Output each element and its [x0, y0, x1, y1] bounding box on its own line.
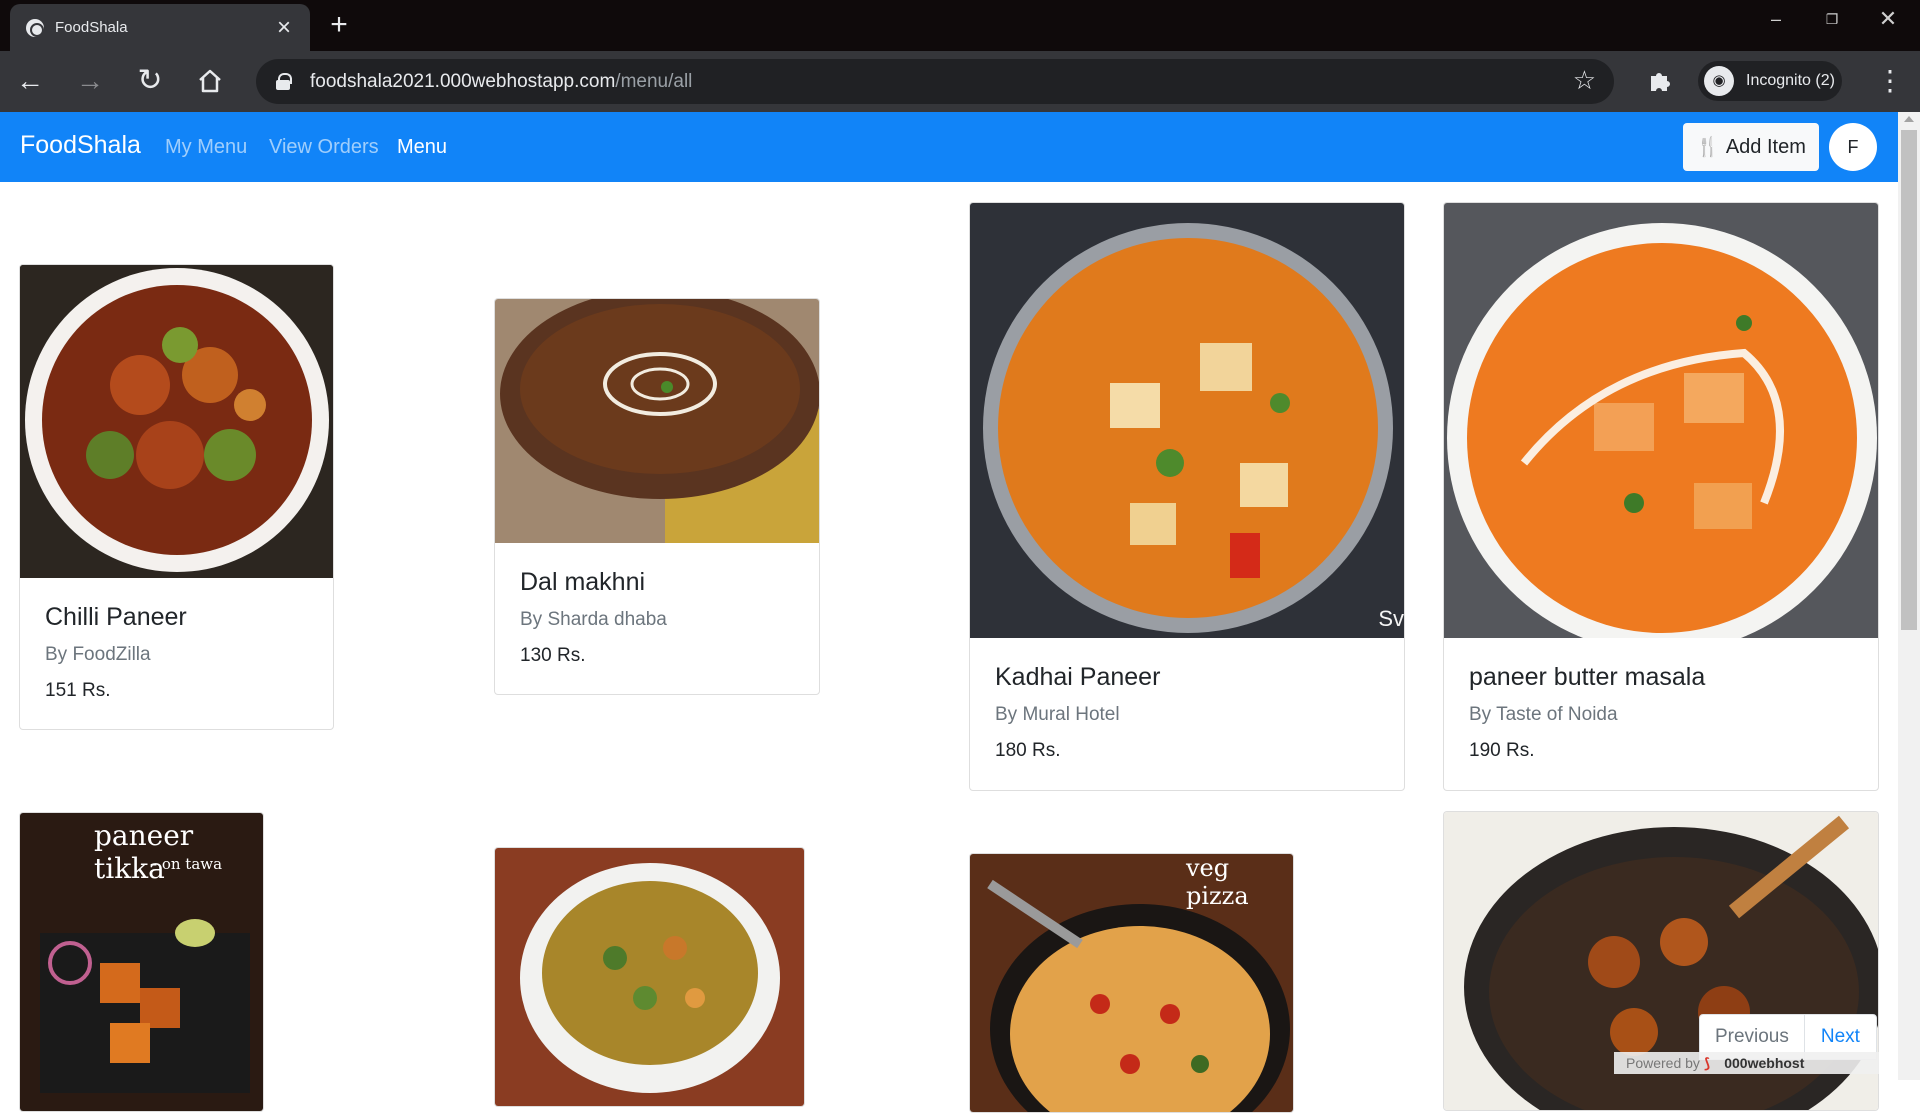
item-restaurant: By Mural Hotel: [995, 704, 1120, 725]
food-image: veg pizza: [970, 854, 1293, 1112]
incognito-profile-button[interactable]: ◉ Incognito (2): [1698, 61, 1842, 101]
url-path: /menu/all: [615, 70, 693, 92]
page-scrollbar[interactable]: [1898, 112, 1920, 1080]
add-item-label: Add Item: [1725, 135, 1806, 158]
food-image: [495, 848, 804, 1106]
globe-icon: [26, 18, 44, 37]
powered-by-label: Powered by: [1626, 1055, 1700, 1071]
food-image: [1444, 203, 1878, 638]
menu-card[interactable]: Chilli Paneer By FoodZilla 151 Rs.: [19, 264, 334, 730]
food-image: Sv: [970, 203, 1404, 638]
menu-card[interactable]: [494, 847, 805, 1107]
food-image: [20, 265, 333, 578]
bookmark-star-icon[interactable]: ☆: [1573, 65, 1596, 96]
nav-link-view-orders[interactable]: View Orders: [269, 136, 379, 159]
menu-card[interactable]: Sv Kadhai Paneer By Mural Hotel 180 Rs.: [969, 202, 1405, 791]
item-name: Chilli Paneer: [45, 603, 187, 631]
menu-card[interactable]: paneer tikka - on tawa: [19, 812, 264, 1112]
image-caption-title: paneer tikka: [94, 819, 194, 885]
item-price: 151 Rs.: [45, 680, 111, 701]
site-navbar: FoodShala My Menu View Orders Menu 🍴 Add…: [0, 112, 1898, 182]
url-host: foodshala2021.000webhostapp.com: [310, 70, 616, 92]
utensils-icon: 🍴: [1696, 137, 1720, 158]
add-item-button[interactable]: 🍴 Add Item: [1683, 123, 1819, 171]
browser-menu-icon[interactable]: ⋮: [1870, 61, 1910, 101]
tab-title: FoodShala: [55, 19, 128, 36]
menu-card[interactable]: Dal makhni By Sharda dhaba 130 Rs.: [494, 298, 820, 695]
browser-toolbar: ← → ↻ foodshala2021.000webhostapp.com/me…: [0, 51, 1920, 112]
item-restaurant: By FoodZilla: [45, 644, 151, 665]
home-icon: [199, 69, 221, 93]
host-logo-icon: ⟆: [1699, 1055, 1711, 1071]
menu-card[interactable]: veg pizza: [969, 853, 1294, 1113]
browser-tab[interactable]: FoodShala ×: [10, 4, 310, 51]
new-tab-button[interactable]: +: [322, 8, 356, 42]
user-avatar[interactable]: F: [1829, 123, 1877, 171]
image-watermark: Sv: [1378, 606, 1404, 631]
food-image: paneer tikka - on tawa: [20, 813, 263, 1111]
host-name: 000webhost: [1724, 1055, 1805, 1071]
site-brand[interactable]: FoodShala: [20, 131, 141, 160]
item-price: 180 Rs.: [995, 740, 1061, 761]
scrollbar-thumb[interactable]: [1901, 130, 1917, 630]
forward-button[interactable]: →: [70, 61, 110, 101]
image-caption-sub: - on tawa: [152, 855, 223, 873]
menu-card[interactable]: paneer butter masala By Taste of Noida 1…: [1443, 202, 1879, 791]
close-window-button[interactable]: ✕: [1865, 4, 1911, 34]
address-bar[interactable]: foodshala2021.000webhostapp.com/menu/all…: [256, 59, 1614, 104]
item-restaurant: By Taste of Noida: [1469, 704, 1618, 725]
item-name: Kadhai Paneer: [995, 663, 1161, 691]
incognito-icon: ◉: [1704, 66, 1734, 96]
food-image: [495, 299, 819, 543]
nav-link-menu[interactable]: Menu: [397, 136, 447, 159]
scroll-up-arrow-icon[interactable]: [1904, 116, 1914, 122]
browser-tabstrip: FoodShala × + – ❐ ✕: [0, 0, 1920, 51]
image-caption-title: veg pizza: [1186, 854, 1249, 910]
item-price: 130 Rs.: [520, 645, 586, 666]
lock-icon: [276, 73, 292, 90]
item-price: 190 Rs.: [1469, 740, 1535, 761]
close-tab-icon[interactable]: ×: [272, 15, 296, 40]
nav-link-my-menu[interactable]: My Menu: [165, 136, 247, 159]
minimize-button[interactable]: –: [1753, 4, 1799, 34]
restore-button[interactable]: ❐: [1809, 4, 1855, 34]
reload-button[interactable]: ↻: [130, 61, 170, 101]
item-name: paneer butter masala: [1469, 663, 1706, 691]
back-button[interactable]: ←: [10, 61, 50, 101]
item-name: Dal makhni: [520, 568, 646, 596]
incognito-label: Incognito (2): [1746, 72, 1835, 89]
item-restaurant: By Sharda dhaba: [520, 609, 667, 630]
home-button[interactable]: [190, 61, 230, 101]
hosting-badge[interactable]: Powered by ⟆ 000webhost: [1614, 1052, 1879, 1074]
extensions-puzzle-icon[interactable]: [1640, 61, 1680, 101]
